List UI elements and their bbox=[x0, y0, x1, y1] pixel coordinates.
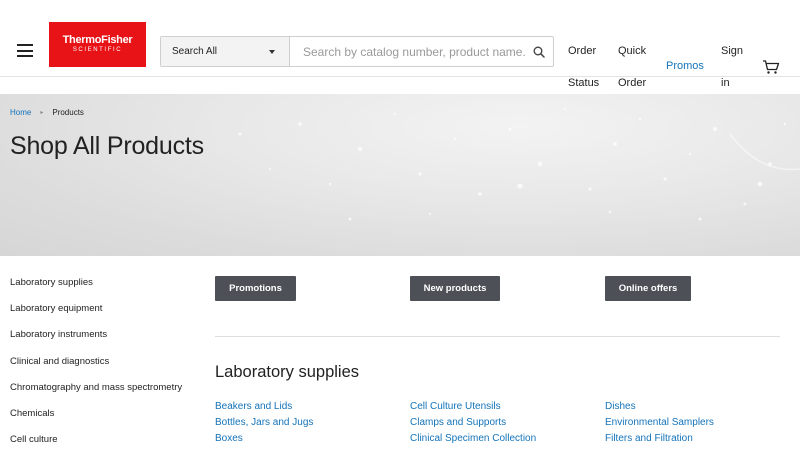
search-bar: Search All bbox=[160, 36, 554, 67]
category-link[interactable]: Beakers and Lids bbox=[215, 400, 313, 416]
thermofisher-logo[interactable]: ThermoFisher SCIENTIFIC bbox=[49, 22, 146, 67]
site-header: ThermoFisher SCIENTIFIC Search All Order… bbox=[0, 0, 800, 94]
header-divider bbox=[0, 76, 800, 77]
new-products-button[interactable]: New products bbox=[410, 276, 500, 301]
section-title: Laboratory supplies bbox=[215, 363, 360, 381]
sidebar-item-chemicals[interactable]: Chemicals bbox=[10, 401, 200, 427]
sign-in-label-1: Sign bbox=[721, 45, 744, 57]
search-button[interactable] bbox=[525, 37, 553, 66]
sidebar-item-clinical-diagnostics[interactable]: Clinical and diagnostics bbox=[10, 349, 200, 375]
sign-in-link[interactable]: Sign in bbox=[721, 35, 743, 99]
category-column-3: Dishes Environmental Samplers Filters an… bbox=[605, 400, 714, 448]
logo-wordmark: ThermoFisher bbox=[62, 34, 133, 46]
category-sidebar: Laboratory supplies Laboratory equipment… bbox=[10, 270, 200, 450]
menu-icon[interactable] bbox=[17, 44, 33, 57]
category-link[interactable]: Clamps and Supports bbox=[410, 416, 536, 432]
hero-background-texture bbox=[238, 108, 800, 221]
chevron-down-icon bbox=[269, 49, 275, 54]
search-icon bbox=[533, 46, 545, 58]
category-link[interactable]: Bottles, Jars and Jugs bbox=[215, 416, 313, 432]
sidebar-item-laboratory-supplies[interactable]: Laboratory supplies bbox=[10, 270, 200, 296]
search-scope-label: Search All bbox=[172, 46, 218, 57]
category-link[interactable]: Cell Culture Utensils bbox=[410, 400, 536, 416]
search-scope-dropdown[interactable]: Search All bbox=[161, 37, 290, 66]
order-status-link[interactable]: Order Status bbox=[568, 35, 599, 99]
sidebar-item-chromatography[interactable]: Chromatography and mass spectrometry bbox=[10, 375, 200, 401]
page-title: Shop All Products bbox=[10, 132, 204, 160]
quick-order-label-1: Quick bbox=[618, 45, 647, 57]
category-link[interactable]: Environmental Samplers bbox=[605, 416, 714, 432]
category-column-2: Cell Culture Utensils Clamps and Support… bbox=[410, 400, 536, 448]
logo-subtitle: SCIENTIFIC bbox=[72, 47, 123, 53]
quick-order-link[interactable]: Quick Order bbox=[618, 35, 646, 99]
promotions-button[interactable]: Promotions bbox=[215, 276, 296, 301]
online-offers-button[interactable]: Online offers bbox=[605, 276, 691, 301]
hero-banner: Home ▸ Products Shop All Products bbox=[0, 94, 800, 256]
search-input[interactable] bbox=[290, 37, 525, 66]
cart-icon bbox=[763, 60, 780, 74]
promos-link[interactable]: Promos bbox=[666, 60, 704, 72]
category-link[interactable]: Boxes bbox=[215, 432, 313, 448]
breadcrumb-current: Products bbox=[52, 108, 84, 117]
sidebar-item-laboratory-equipment[interactable]: Laboratory equipment bbox=[10, 296, 200, 322]
section-divider bbox=[215, 336, 780, 337]
category-link[interactable]: Filters and Filtration bbox=[605, 432, 714, 448]
category-link[interactable]: Dishes bbox=[605, 400, 714, 416]
cart-button[interactable] bbox=[762, 59, 780, 75]
chevron-right-icon: ▸ bbox=[40, 110, 44, 116]
category-link[interactable]: Clinical Specimen Collection bbox=[410, 432, 536, 448]
sidebar-item-laboratory-instruments[interactable]: Laboratory instruments bbox=[10, 322, 200, 348]
order-status-label-1: Order bbox=[568, 45, 597, 57]
sidebar-item-cell-culture[interactable]: Cell culture bbox=[10, 427, 200, 450]
breadcrumb: Home ▸ Products bbox=[10, 108, 84, 117]
breadcrumb-home-link[interactable]: Home bbox=[10, 108, 31, 117]
category-column-1: Beakers and Lids Bottles, Jars and Jugs … bbox=[215, 400, 313, 448]
